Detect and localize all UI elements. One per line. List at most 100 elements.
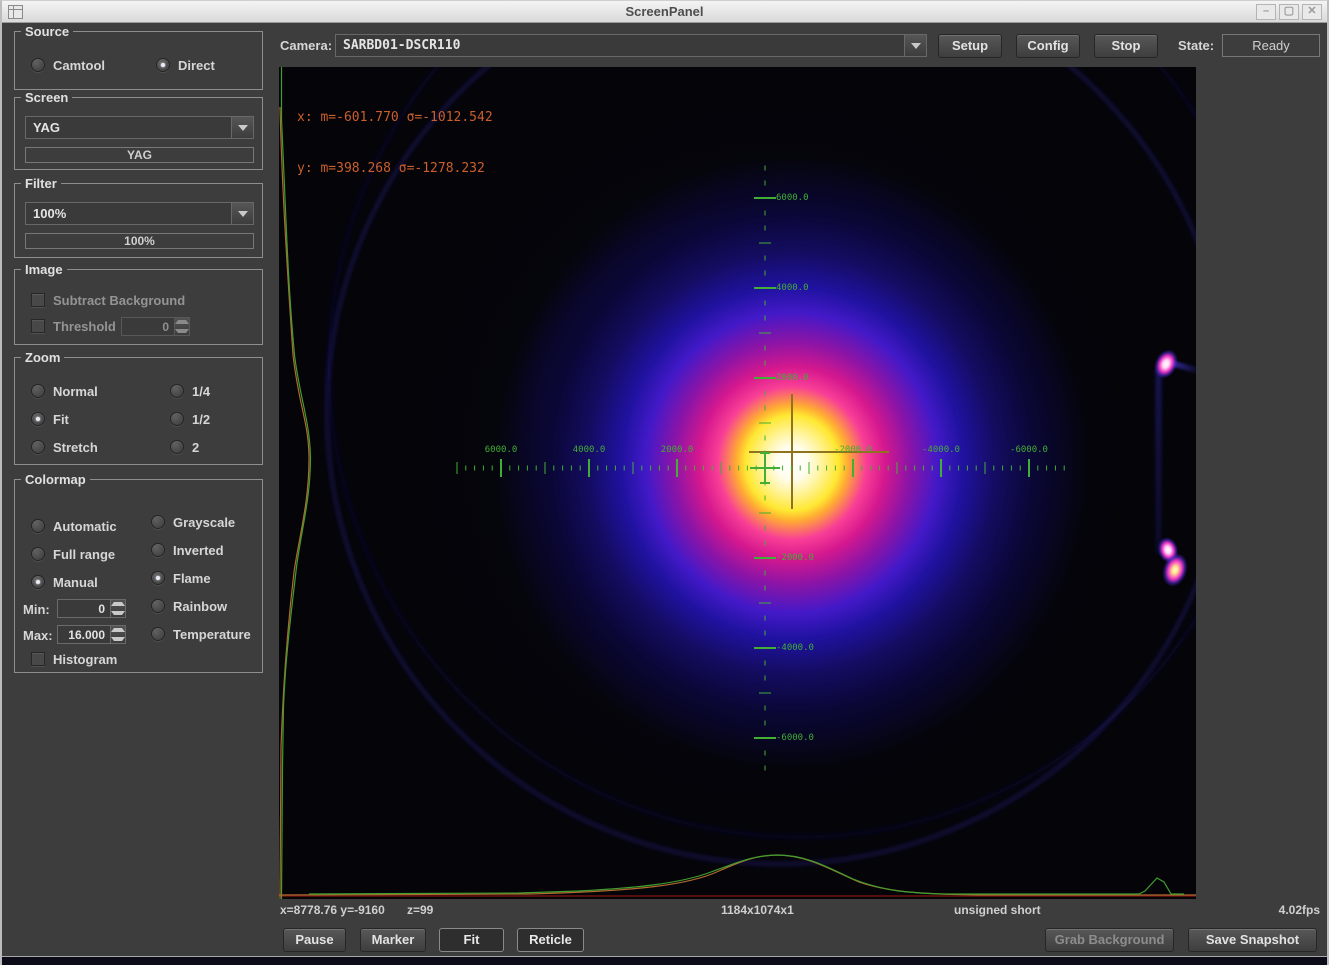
screen-combobox-value[interactable]: YAG (26, 117, 231, 138)
max-value[interactable]: 16.000 (57, 625, 111, 644)
radio-automatic-label: Automatic (53, 519, 117, 534)
camera-dropdown-button[interactable] (904, 35, 926, 56)
radio-zoom-fit-label: Fit (53, 412, 69, 427)
grab-background-button[interactable]: Grab Background (1045, 928, 1174, 952)
threshold-checkbox[interactable] (31, 319, 45, 333)
radio-zoom-quarter-label: 1/4 (192, 384, 210, 399)
window-title: ScreenPanel (2, 4, 1327, 19)
filter-combobox[interactable]: 100% (25, 202, 254, 225)
spinner-up-icon[interactable] (111, 600, 125, 609)
spinner-up-icon[interactable] (175, 318, 189, 327)
radio-manual[interactable] (31, 575, 45, 589)
screen-combobox[interactable]: YAG (25, 116, 254, 139)
image-group: Image Subtract Background Threshold 0 (14, 269, 263, 345)
radio-zoom-stretch[interactable] (31, 440, 45, 454)
image-dimensions: 1184x1074x1 (721, 903, 794, 917)
threshold-spinner[interactable]: 0 (121, 317, 190, 336)
min-label: Min: (23, 602, 50, 617)
zoom-group-title: Zoom (21, 350, 64, 365)
radio-automatic[interactable] (31, 519, 45, 533)
radio-zoom-fit[interactable] (31, 412, 45, 426)
radio-camtool-label: Camtool (53, 58, 105, 73)
radio-zoom-two[interactable] (170, 440, 184, 454)
filter-current-value: 100% (25, 233, 254, 249)
min-value[interactable]: 0 (57, 599, 111, 618)
threshold-value[interactable]: 0 (121, 317, 175, 336)
v-axis-label: -6000.0 (776, 733, 814, 743)
radio-full-range-label: Full range (53, 547, 115, 562)
radio-full-range[interactable] (31, 547, 45, 561)
setup-button[interactable]: Setup (938, 34, 1002, 58)
radio-zoom-normal-label: Normal (53, 384, 98, 399)
v-axis-label: 2000.0 (776, 373, 809, 383)
filter-dropdown-button[interactable] (231, 203, 253, 224)
max-label: Max: (23, 628, 53, 643)
minimize-icon[interactable]: – (1256, 4, 1276, 20)
spinner-down-icon[interactable] (111, 635, 125, 644)
screen-dropdown-button[interactable] (231, 117, 253, 138)
radio-flame[interactable] (151, 571, 165, 585)
camera-value[interactable]: SARBD01-DSCR110 (336, 35, 904, 56)
radio-zoom-half[interactable] (170, 412, 184, 426)
close-icon[interactable]: ✕ (1302, 4, 1322, 20)
histogram-label: Histogram (53, 652, 117, 667)
h-axis-label: -2000.0 (834, 445, 872, 455)
colormap-group-title: Colormap (21, 472, 90, 487)
screen-group-title: Screen (21, 90, 72, 105)
v-axis-label: 4000.0 (776, 283, 809, 293)
max-spinner[interactable]: 16.000 (57, 625, 126, 644)
subtract-background-label: Subtract Background (53, 293, 185, 308)
save-snapshot-button[interactable]: Save Snapshot (1188, 928, 1317, 952)
spinner-up-icon[interactable] (111, 626, 125, 635)
fit-button[interactable]: Fit (439, 928, 504, 952)
source-group-title: Source (21, 24, 73, 39)
cursor-position: x=8778.76 y=-9160 (280, 903, 385, 917)
config-button[interactable]: Config (1016, 34, 1080, 58)
radio-inverted[interactable] (151, 543, 165, 557)
radio-rainbow-label: Rainbow (173, 599, 227, 614)
camera-combobox[interactable]: SARBD01-DSCR110 (335, 34, 927, 57)
spinner-down-icon[interactable] (175, 327, 189, 336)
reticle-button[interactable]: Reticle (517, 928, 584, 952)
y-profile-fit-curve (280, 107, 309, 899)
stop-button[interactable]: Stop (1094, 34, 1158, 58)
radio-zoom-quarter[interactable] (170, 384, 184, 398)
beam-image-viewport[interactable]: 6000.0 4000.0 2000.0 -2000.0 -4000.0 -60… (279, 67, 1196, 899)
radio-zoom-stretch-label: Stretch (53, 440, 98, 455)
min-spinner[interactable]: 0 (57, 599, 126, 618)
radio-zoom-normal[interactable] (31, 384, 45, 398)
radio-direct-label: Direct (178, 58, 215, 73)
radio-camtool[interactable] (31, 58, 45, 72)
state-value: Ready (1222, 34, 1320, 57)
radio-temperature[interactable] (151, 627, 165, 641)
source-group: Source Camtool Direct (14, 31, 263, 90)
pixel-datatype: unsigned short (954, 903, 1041, 917)
h-axis-label: 4000.0 (573, 445, 606, 455)
histogram-checkbox[interactable] (31, 652, 45, 666)
v-axis-label: 6000.0 (776, 193, 809, 203)
beam-stats-x: x: m=-601.770 σ=-1012.542 (297, 109, 493, 126)
h-axis-label: -4000.0 (922, 445, 960, 455)
h-axis-label: -6000.0 (1010, 445, 1048, 455)
h-axis-label: 2000.0 (661, 445, 694, 455)
radio-rainbow[interactable] (151, 599, 165, 613)
image-group-title: Image (21, 262, 67, 277)
x-profile-curve (309, 855, 1184, 894)
colormap-group: Colormap Automatic Full range Manual Gra… (14, 479, 263, 673)
camera-label: Camera: (280, 38, 332, 53)
beam-stats-y: y: m=398.268 σ=-1278.232 (297, 160, 493, 177)
maximize-icon[interactable]: ▢ (1279, 4, 1299, 20)
filter-combobox-value[interactable]: 100% (26, 203, 231, 224)
radio-grayscale[interactable] (151, 515, 165, 529)
pause-button[interactable]: Pause (283, 928, 346, 952)
spinner-down-icon[interactable] (111, 609, 125, 618)
radio-flame-label: Flame (173, 571, 211, 586)
state-label: State: (1178, 38, 1214, 53)
radio-manual-label: Manual (53, 575, 98, 590)
chevron-down-icon (238, 211, 248, 217)
v-axis-label: -4000.0 (776, 643, 814, 653)
radio-direct[interactable] (156, 58, 170, 72)
subtract-background-checkbox[interactable] (31, 293, 45, 307)
v-axis-label: -2000.0 (776, 553, 814, 563)
marker-button[interactable]: Marker (360, 928, 426, 952)
